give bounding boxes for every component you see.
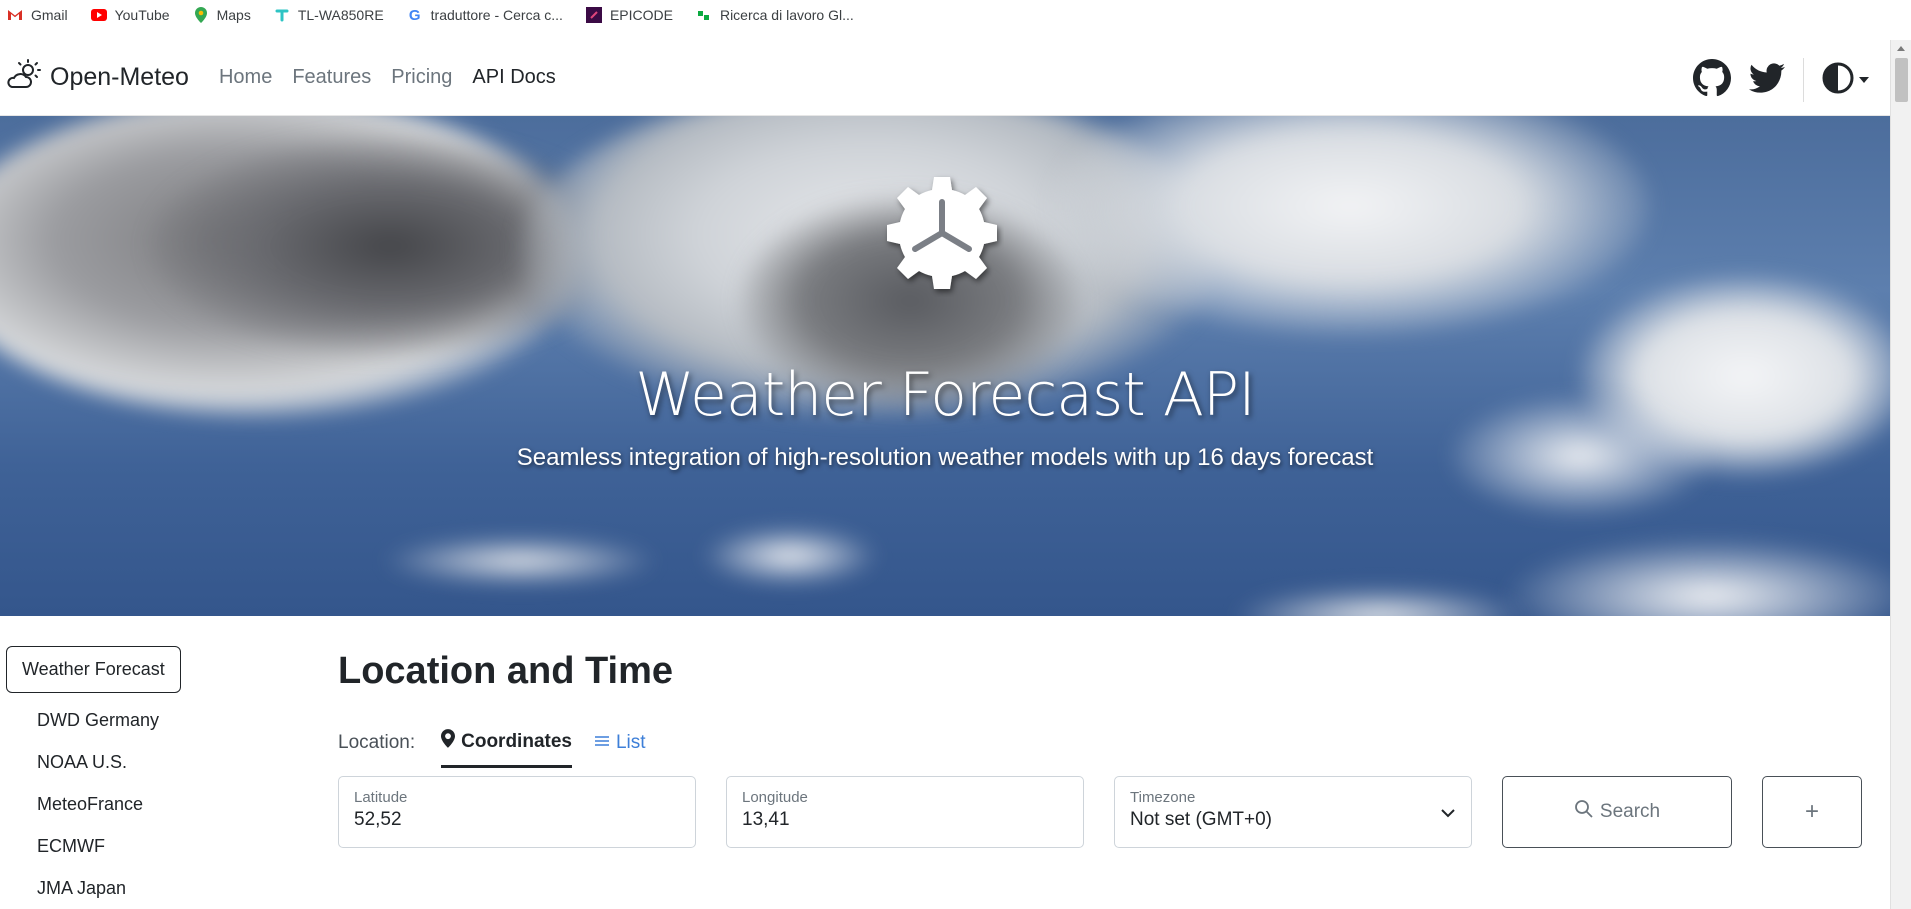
- brand-logo-link[interactable]: Open-Meteo: [6, 58, 189, 97]
- section-title: Location and Time: [338, 650, 674, 692]
- epicode-icon: [585, 7, 603, 23]
- hero-title: Weather Forecast API: [635, 360, 1256, 430]
- bookmark-label: TL-WA850RE: [297, 7, 384, 23]
- scroll-up-arrow-icon[interactable]: [1897, 46, 1905, 51]
- longitude-value[interactable]: 13,41: [742, 809, 1068, 831]
- gmail-icon: [6, 7, 24, 23]
- bookmark-glassdoor[interactable]: Ricerca di lavoro Gl...: [695, 7, 854, 23]
- sidebar: Weather Forecast DWD Germany NOAA U.S. M…: [6, 646, 246, 909]
- bookmark-label: Ricerca di lavoro Gl...: [719, 7, 854, 23]
- search-icon: [1574, 799, 1594, 825]
- list-icon: [594, 732, 610, 754]
- sidebar-item-meteofrance[interactable]: MeteoFrance: [37, 783, 246, 825]
- longitude-field[interactable]: Longitude 13,41: [726, 776, 1084, 848]
- bookmark-gmail[interactable]: Gmail: [6, 7, 68, 23]
- main-content: Location and Time Location: Coordinates …: [338, 646, 1868, 848]
- chevron-down-icon: [1441, 805, 1455, 823]
- tab-label: Coordinates: [461, 730, 572, 752]
- nav-right: [1693, 58, 1870, 102]
- gear-icon: [880, 173, 1004, 297]
- location-label: Location:: [338, 732, 416, 753]
- tab-coordinates[interactable]: Coordinates: [441, 729, 572, 768]
- latitude-label: Latitude: [354, 789, 408, 806]
- bookmarks-bar: Gmail YouTube Maps TL-WA850RE G tradutto…: [0, 0, 1911, 30]
- contrast-icon: [1822, 62, 1854, 99]
- brand-name: Open-Meteo: [50, 63, 189, 91]
- map-pin-icon: [441, 729, 456, 754]
- page-scrollbar[interactable]: [1890, 40, 1911, 909]
- longitude-label: Longitude: [742, 789, 808, 806]
- cloud-sun-icon: [6, 58, 42, 97]
- latitude-field[interactable]: Latitude 52,52: [338, 776, 696, 848]
- hero-banner: Weather Forecast API Seamless integratio…: [0, 116, 1890, 616]
- nav-pricing[interactable]: Pricing: [391, 66, 452, 89]
- maps-icon: [192, 7, 210, 23]
- google-icon: G: [408, 6, 421, 24]
- youtube-icon: [90, 7, 108, 23]
- sidebar-item-noaa-us[interactable]: NOAA U.S.: [37, 741, 246, 783]
- search-label: Search: [1599, 801, 1661, 822]
- bookmark-maps[interactable]: Maps: [192, 7, 251, 23]
- top-navbar: Open-Meteo Home Features Pricing API Doc…: [0, 40, 1890, 116]
- bookmark-label: YouTube: [114, 7, 170, 23]
- bookmark-google[interactable]: G traduttore - Cerca c...: [406, 6, 563, 24]
- sidebar-item-dwd-germany[interactable]: DWD Germany: [37, 699, 246, 741]
- sidebar-list: DWD Germany NOAA U.S. MeteoFrance ECMWF …: [6, 699, 246, 909]
- search-button[interactable]: Search: [1502, 776, 1732, 848]
- bookmark-label: Gmail: [31, 7, 68, 23]
- bookmark-epicode[interactable]: EPICODE: [585, 7, 673, 23]
- plus-icon: +: [1804, 798, 1819, 825]
- location-mode-tabs: Location: Coordinates List: [338, 718, 668, 768]
- caret-down-icon: [1858, 71, 1870, 89]
- tab-label: List: [615, 732, 646, 753]
- github-icon[interactable]: [1693, 58, 1731, 102]
- tab-list[interactable]: List: [594, 732, 646, 765]
- nav-home[interactable]: Home: [219, 66, 272, 89]
- glassdoor-icon: [695, 7, 713, 23]
- nav-links: Home Features Pricing API Docs: [219, 66, 576, 89]
- timezone-label: Timezone: [1130, 789, 1196, 806]
- nav-api-docs[interactable]: API Docs: [472, 66, 555, 89]
- scrollbar-thumb[interactable]: [1895, 58, 1908, 102]
- nav-features[interactable]: Features: [292, 66, 371, 89]
- sidebar-item-ecmwf[interactable]: ECMWF: [37, 825, 246, 867]
- theme-toggle-button[interactable]: [1822, 62, 1870, 99]
- timezone-value: Not set (GMT+0): [1130, 809, 1272, 830]
- add-location-button[interactable]: +: [1762, 776, 1862, 848]
- timezone-select[interactable]: Timezone Not set (GMT+0): [1114, 776, 1472, 848]
- bookmark-label: EPICODE: [609, 7, 673, 23]
- nav-divider: [1803, 58, 1804, 102]
- sidebar-item-weather-forecast[interactable]: Weather Forecast: [6, 646, 181, 693]
- bookmark-tplink[interactable]: TL-WA850RE: [273, 7, 384, 23]
- twitter-icon[interactable]: [1749, 62, 1785, 99]
- bookmark-youtube[interactable]: YouTube: [90, 7, 170, 23]
- hero-subtitle: Seamless integration of high-resolution …: [516, 444, 1374, 471]
- bookmark-label: Maps: [216, 7, 251, 23]
- bookmark-label: traduttore - Cerca c...: [430, 7, 563, 23]
- tplink-icon: [273, 7, 291, 23]
- hero-content: Weather Forecast API Seamless integratio…: [0, 116, 1890, 616]
- latitude-value[interactable]: 52,52: [354, 809, 680, 831]
- sidebar-item-jma-japan[interactable]: JMA Japan: [37, 867, 246, 909]
